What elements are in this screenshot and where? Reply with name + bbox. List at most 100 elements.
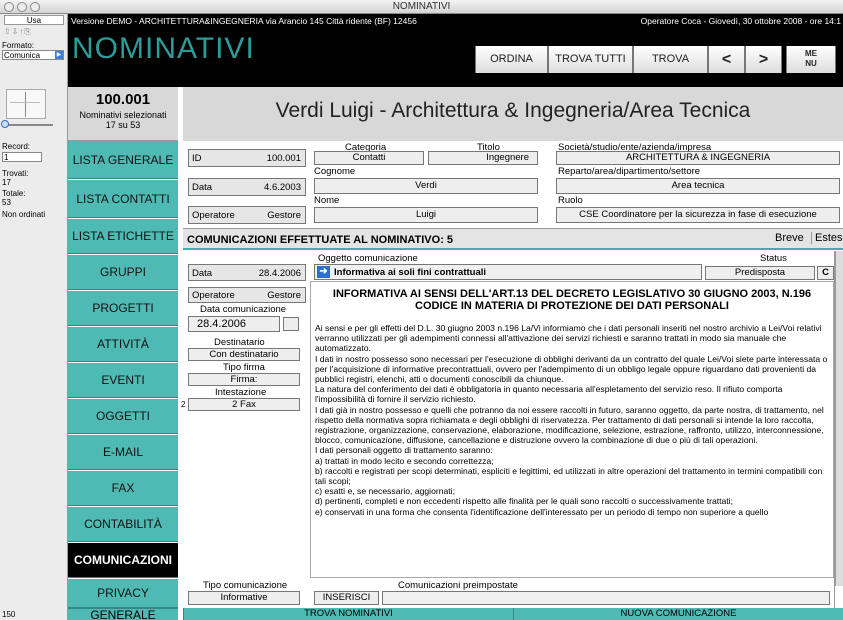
comm-operator-value: Gestore bbox=[267, 290, 301, 301]
toolbar-icons[interactable]: ⇧⇩↑⎘ bbox=[4, 27, 64, 37]
date-label: Data bbox=[192, 182, 213, 193]
tipo-comunicazione-field[interactable]: Informative bbox=[188, 591, 300, 605]
nav-fax[interactable]: FAX bbox=[68, 471, 178, 506]
arrow-right-icon[interactable]: ➜ bbox=[317, 266, 330, 278]
nav-eventi[interactable]: EVENTI bbox=[68, 363, 178, 398]
mode-selector[interactable]: Usa bbox=[4, 15, 64, 25]
nuova-comunicazione-button[interactable]: NUOVA COMUNICAZIONE AL NOMINATIVO bbox=[513, 608, 843, 620]
page-title: NOMINATIVI bbox=[72, 32, 255, 65]
c-button[interactable]: C bbox=[817, 266, 834, 280]
layout-selector[interactable]: Comunica ▶ bbox=[2, 50, 64, 60]
slider-knob-icon[interactable] bbox=[1, 120, 9, 128]
record-title: Verdi Luigi - Architettura & Ingegneria/… bbox=[275, 99, 751, 122]
nome-label: Nome bbox=[314, 195, 340, 206]
id-label: ID bbox=[192, 153, 202, 164]
nome-field[interactable]: Luigi bbox=[314, 207, 538, 223]
nav-lista-generale[interactable]: LISTA GENERALE bbox=[68, 141, 178, 179]
document-paragraph: c) esatti e, se necessario, aggiornati; bbox=[315, 486, 455, 497]
nav-lista-contatti[interactable]: LISTA CONTATTI bbox=[68, 180, 178, 218]
cognome-field[interactable]: Verdi bbox=[314, 178, 538, 194]
tipo-firma-label: Tipo firma bbox=[223, 362, 265, 373]
scrollbar[interactable] bbox=[835, 251, 843, 586]
document-body[interactable]: INFORMATIVA AI SENSI DELL'ART.13 DEL DEC… bbox=[310, 281, 834, 578]
tipo-comunicazione-label: Tipo comunicazione bbox=[203, 580, 288, 591]
calendar-icon[interactable] bbox=[283, 317, 299, 331]
trova-comunicazioni-button[interactable]: TROVA NOMINATIVI CON COMUNICAZIONI bbox=[183, 608, 513, 620]
comm-operator-field: Operatore Gestore bbox=[188, 287, 306, 303]
selected-label: Nominativi selezionati bbox=[79, 110, 167, 120]
ordina-button[interactable]: ORDINA bbox=[475, 46, 548, 73]
date-value: 4.6.2003 bbox=[264, 182, 301, 193]
previous-record-button[interactable]: < bbox=[708, 46, 745, 73]
trovati-value: 17 bbox=[2, 178, 11, 187]
intestazione-field[interactable]: 2 Fax bbox=[188, 398, 300, 411]
ruolo-field[interactable]: CSE Coordinatore per la sicurezza in fas… bbox=[556, 207, 840, 223]
status-area: Usa ⇧⇩↑⎘ Formato: Comunica ▶ Record: 1 Tr… bbox=[0, 14, 68, 620]
destinatario-field[interactable]: Con destinatario bbox=[188, 348, 300, 361]
document-paragraph: e) conservati in una forma che consenta … bbox=[315, 506, 769, 517]
titolo-field[interactable]: Ingegnere bbox=[428, 151, 538, 165]
zoom-window-button[interactable] bbox=[30, 2, 40, 12]
record-input[interactable]: 1 bbox=[2, 152, 42, 162]
dropdown-arrow-icon: ▶ bbox=[55, 51, 63, 59]
record-slider[interactable] bbox=[3, 124, 53, 126]
minimize-window-button[interactable] bbox=[17, 2, 27, 12]
operator-field: Operatore Gestore bbox=[188, 206, 306, 224]
record-summary: 100.001 Nominativi selezionati 17 su 53 bbox=[68, 87, 178, 141]
estesa-button[interactable]: Estesa bbox=[811, 232, 843, 244]
status-field[interactable]: Predisposta bbox=[705, 266, 815, 280]
reparto-field[interactable]: Area tecnica bbox=[556, 178, 840, 194]
nav-comunicazioni[interactable]: COMUNICAZIONI bbox=[68, 543, 178, 578]
comm-date-label: Data bbox=[192, 268, 213, 279]
communications-count: COMUNICAZIONI EFFETTUATE AL NOMINATIVO: … bbox=[187, 234, 454, 246]
document-title: INFORMATIVA AI SENSI DELL'ART.13 DEL DEC… bbox=[332, 288, 812, 312]
data-comunicazione-field[interactable]: 28.4.2006 bbox=[188, 316, 280, 332]
close-window-button[interactable] bbox=[4, 2, 14, 12]
id-field: ID 100.001 bbox=[188, 149, 306, 167]
operator-value: Gestore bbox=[267, 210, 301, 221]
cognome-label: Cognome bbox=[314, 166, 356, 177]
oggetto-label: Oggetto comunicazione bbox=[318, 253, 418, 264]
oggetto-field[interactable]: ➜ Informativa ai soli fini contrattuali bbox=[314, 264, 702, 280]
nav-generale[interactable]: GENERALE bbox=[68, 608, 178, 620]
nav-privacy[interactable]: PRIVACY bbox=[68, 579, 178, 608]
id-value: 100.001 bbox=[266, 153, 301, 164]
destinatario-label: Destinatario bbox=[214, 337, 265, 348]
nav-lista-etichette[interactable]: LISTA ETICHETTE bbox=[68, 219, 178, 254]
document-paragraph: a) trattati in modo lecito e secondo cor… bbox=[315, 455, 494, 466]
nav-contabilita[interactable]: CONTABILITÀ bbox=[68, 507, 178, 542]
trova-button[interactable]: TROVA bbox=[633, 46, 708, 73]
nav-progetti[interactable]: PROGETTI bbox=[68, 291, 178, 326]
date-field: Data 4.6.2003 bbox=[188, 178, 306, 196]
societa-field[interactable]: ARCHITETTURA & INGEGNERIA bbox=[556, 151, 840, 165]
trova-tutti-button[interactable]: TROVA TUTTI bbox=[548, 46, 633, 73]
document-paragraph: I dati in nostro possesso sono necessari… bbox=[315, 353, 828, 385]
breve-button[interactable]: Breve bbox=[775, 232, 804, 244]
menu-button[interactable]: ME NU bbox=[786, 46, 836, 73]
nav-email[interactable]: E-MAIL bbox=[68, 435, 178, 470]
categoria-field[interactable]: Contatti bbox=[314, 151, 424, 165]
intestazione-label: Intestazione bbox=[215, 387, 267, 398]
window-title: NOMINATIVI bbox=[392, 1, 451, 12]
record-label: Record: bbox=[2, 142, 31, 151]
status-label: Status bbox=[760, 253, 787, 264]
inserisci-button[interactable]: INSERISCI bbox=[314, 591, 379, 605]
operator-label: Operatore bbox=[192, 210, 235, 221]
nav-attivita[interactable]: ATTIVITÀ bbox=[68, 327, 178, 362]
document-paragraph: Ai sensi e per gli effetti del D.L. 30 g… bbox=[315, 323, 822, 354]
comm-date-value: 28.4.2006 bbox=[258, 268, 301, 279]
sidebar-number: 2 bbox=[181, 400, 186, 409]
book-icon[interactable] bbox=[6, 89, 46, 119]
app-window: NOMINATIVI Usa ⇧⇩↑⎘ Formato: Comunica ▶ R… bbox=[0, 0, 843, 620]
nav-oggetti[interactable]: OGGETTI bbox=[68, 399, 178, 434]
ruolo-label: Ruolo bbox=[558, 195, 583, 206]
tipo-firma-field[interactable]: Firma: bbox=[188, 373, 300, 386]
demo-version-text: Versione DEMO - ARCHITETTURA&INGEGNERIA … bbox=[71, 16, 417, 26]
document-paragraph: I dati personali oggetto di trattamento … bbox=[315, 445, 493, 456]
zoom-level[interactable]: 150 bbox=[2, 610, 30, 620]
nav-gruppi[interactable]: GRUPPI bbox=[68, 255, 178, 290]
next-record-button[interactable]: > bbox=[745, 46, 782, 73]
sort-status: Non ordinati bbox=[2, 210, 46, 219]
totale-label: Totale: bbox=[2, 189, 26, 198]
preimpostate-field[interactable] bbox=[382, 591, 830, 605]
